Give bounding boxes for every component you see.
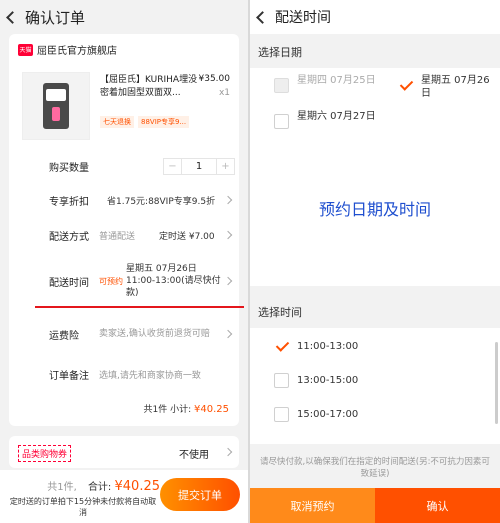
delivery-time-text: 星期五 07月26日 11:00-13:00(请尽快付款) [126, 264, 221, 298]
chevron-right-icon [223, 447, 233, 457]
plus-button[interactable]: + [217, 159, 234, 174]
note-input[interactable]: 选填,请先和商家协商一致 [99, 368, 201, 381]
date-option-fri[interactable]: 星期五 07月26日 [421, 74, 499, 100]
chevron-right-icon [223, 230, 233, 240]
time-option-3[interactable]: 15:00-17:00 [297, 408, 358, 421]
time-list-scrollbar[interactable] [495, 342, 498, 424]
shipping-price: 定时送 ¥7.00 [159, 231, 215, 242]
total-label: 合计: [87, 482, 112, 493]
time-section-header: 选择时间 [250, 292, 500, 328]
note-row: 订单备注 选填,请先和商家协商一致 [9, 364, 239, 384]
subtotal: 共1件 小计: ¥40.25 [143, 402, 229, 415]
date-section-title: 选择日期 [258, 46, 302, 59]
discount-row[interactable]: 专享折扣 省1.75元:88VIP专享9.5折 [9, 190, 239, 210]
product-package-icon [43, 83, 69, 129]
product-image[interactable] [22, 72, 90, 140]
time-checkbox-2[interactable] [274, 373, 289, 388]
insurance-row[interactable]: 运费险 卖家送,确认收货前退货可赔 [9, 320, 239, 348]
coupon-row[interactable]: 品类购物券 不使用 [9, 436, 239, 468]
page-title: 配送时间 [275, 10, 331, 26]
date-section-header: 选择日期 [250, 34, 500, 68]
timeout-notice: 定时送的订单拍下15分钟未付款将自动取消 [9, 497, 157, 517]
product-tags: 七天退换 88VIP专享9... [100, 116, 193, 128]
time-option-2[interactable]: 13:00-15:00 [297, 374, 358, 387]
total-line: 共1件, 合计: ¥40.25 [47, 478, 160, 494]
time-checkbox-3[interactable] [274, 407, 289, 422]
page-title: 确认订单 [25, 8, 86, 27]
payment-hint: 请尽快付款,以确保我们在指定的时间配送(另:不可抗力因素可致延误) [260, 457, 490, 479]
total-amount: ¥40.25 [114, 479, 161, 494]
store-order-card: 天猫 屈臣氏官方旗舰店 【屈臣氏】KURIHA埋没密着加固型双面双... ¥35… [9, 34, 244, 426]
note-label: 订单备注 [49, 370, 89, 382]
shipping-method: 普通配送 [99, 231, 136, 242]
promo-text: 预约日期及时间 [318, 200, 431, 219]
shipping-label: 配送方式 [49, 231, 89, 243]
total-count: 共1件, [47, 482, 77, 493]
minus-button[interactable]: − [164, 159, 181, 174]
coupon-label: 品类购物券 [18, 445, 72, 462]
date-option-thu: 星期四 07月25日 [297, 75, 376, 86]
product-price: ¥35.00 [198, 74, 231, 84]
delivery-time-row[interactable]: 配送时间 可预约 星期五 07月26日 11:00-13:00(请尽快付款) [9, 262, 239, 300]
back-arrow-icon[interactable] [6, 10, 19, 24]
cancel-reservation-button[interactable]: 取消预约 [250, 488, 375, 523]
date-option-sat[interactable]: 星期六 07月27日 [297, 110, 377, 123]
preorder-badge: 可预约 [99, 276, 123, 286]
subtotal-label: 小计: [170, 405, 192, 415]
subtotal-amount: ¥40.25 [194, 404, 229, 415]
checkout-bar: 共1件, 合计: ¥40.25 定时送的订单拍下15分钟未付款将自动取消 提交订… [0, 470, 248, 523]
product-qty: x1 [218, 88, 230, 98]
quantity-stepper[interactable]: − 1 + [163, 157, 235, 175]
submit-order-button[interactable]: 提交订单 [160, 478, 240, 511]
insurance-text: 卖家送,确认收货前退货可赔 [99, 328, 210, 339]
delivery-header: 配送时间 [250, 0, 500, 34]
time-section-title: 选择时间 [258, 306, 302, 319]
back-arrow-icon[interactable] [256, 10, 269, 24]
tag-vip: 88VIP专享9... [138, 116, 190, 128]
order-confirm-panel: 确认订单 天猫 屈臣氏官方旗舰店 【屈臣氏】KURIHA埋没密着加固型双面双..… [0, 0, 248, 523]
coupon-value: 不使用 [179, 450, 209, 461]
date-checkbox-sat[interactable] [274, 114, 289, 129]
store-name: 屈臣氏官方旗舰店 [37, 46, 117, 57]
time-checkbox-1[interactable] [274, 339, 289, 354]
quantity-label: 购买数量 [49, 162, 89, 174]
store-row[interactable]: 天猫 屈臣氏官方旗舰店 [18, 42, 117, 57]
discount-text: 省1.75元:88VIP专享9.5折 [107, 196, 216, 207]
time-option-1[interactable]: 11:00-13:00 [297, 340, 358, 353]
date-checkbox-fri[interactable] [398, 78, 413, 93]
delivery-time-panel: 配送时间 选择日期 星期四 07月25日 星期五 07月26日 星期六 07月2… [250, 0, 500, 523]
date-checkbox-thu [274, 78, 289, 93]
confirm-button[interactable]: 确认 [375, 488, 500, 523]
subtotal-count: 共1件 [143, 405, 168, 415]
quantity-value[interactable]: 1 [181, 158, 217, 174]
delivery-time-label: 配送时间 [49, 277, 89, 289]
discount-label: 专享折扣 [49, 196, 89, 208]
insurance-label: 运费险 [49, 330, 79, 342]
shipping-row[interactable]: 配送方式 普通配送 定时送 ¥7.00 [9, 225, 239, 245]
product-title[interactable]: 【屈臣氏】KURIHA埋没密着加固型双面双... [100, 74, 204, 100]
tag-return: 七天退换 [100, 116, 134, 128]
red-underline [35, 306, 244, 308]
chevron-right-icon [223, 195, 233, 205]
order-header: 确认订单 [0, 0, 248, 34]
tmall-logo-icon: 天猫 [18, 43, 33, 56]
quantity-row: 购买数量 − 1 + [9, 156, 239, 176]
